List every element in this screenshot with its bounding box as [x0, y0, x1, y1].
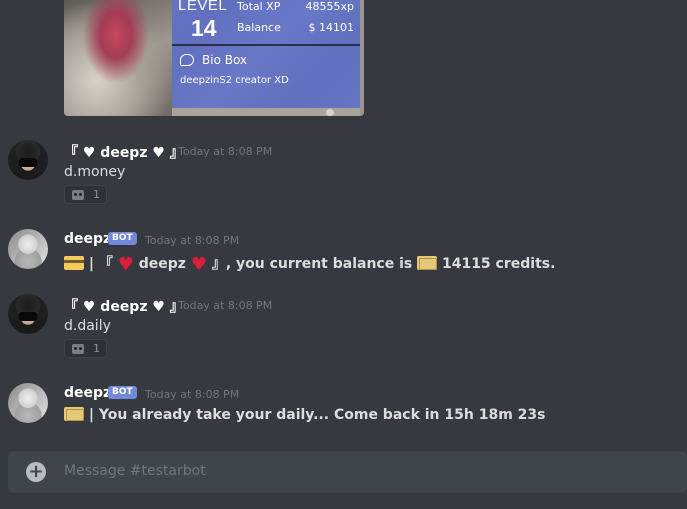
message-item: 『 ♥ deepz ♥ 』 Today at 8:08 PM d.daily 1 — [0, 294, 687, 364]
total-xp-label: Total XP — [237, 0, 281, 13]
user-avatar[interactable] — [8, 294, 48, 334]
heart-icon: ♥ — [117, 254, 134, 275]
message-username[interactable]: deepz — [64, 385, 111, 401]
yen-banknote-icon — [64, 407, 84, 421]
mask-emoji-icon — [72, 190, 84, 200]
reaction-count: 1 — [93, 342, 100, 355]
message-item: 『 ♥ deepz ♥ 』 Today at 8:08 PM d.money 1 — [0, 140, 687, 210]
content-amount: 14115 credits. — [441, 256, 556, 272]
reaction-button[interactable]: 1 — [64, 339, 107, 358]
daily-cooldown-text: | You already take your daily... Come ba… — [88, 407, 546, 423]
message-timestamp: Today at 8:08 PM — [145, 388, 240, 401]
profile-background-image — [64, 0, 172, 116]
content-middle: 』, you current balance is — [211, 256, 413, 272]
add-attachment-button[interactable]: + — [26, 462, 46, 482]
level-value: 14 — [191, 15, 217, 41]
panel-divider — [172, 44, 360, 46]
profile-background-edge — [360, 0, 364, 116]
message-timestamp: Today at 8:08 PM — [178, 145, 273, 158]
message-content: | 『 ♥ deepz ♥ 』, you current balance is … — [64, 253, 555, 275]
content-prefix: | 『 — [88, 256, 113, 272]
mask-emoji-icon — [72, 344, 84, 354]
bot-avatar[interactable] — [8, 383, 48, 423]
reaction-count: 1 — [93, 188, 100, 201]
level-label: LEVEL — [178, 0, 228, 14]
total-xp-value: 48555xp — [305, 0, 355, 13]
user-avatar[interactable] — [8, 140, 48, 180]
message-timestamp: Today at 8:08 PM — [145, 234, 240, 247]
reaction-button[interactable]: 1 — [64, 185, 107, 204]
message-composer[interactable]: + Message #testarbot — [8, 451, 687, 493]
message-username[interactable]: deepz — [64, 231, 111, 247]
message-content: d.daily — [64, 318, 111, 334]
yen-banknote-icon — [417, 256, 438, 270]
message-username[interactable]: 『 ♥ deepz ♥ 』 — [64, 142, 184, 162]
level-panel: LEVEL 14 Total XP 48555xp Balance $ 1410… — [172, 0, 360, 108]
bot-badge: BOT — [108, 232, 137, 245]
content-name: deepz — [138, 256, 186, 272]
message-item: deepz BOT Today at 8:08 PM | 『 ♥ deepz ♥… — [0, 229, 687, 275]
message-timestamp: Today at 8:08 PM — [178, 299, 273, 312]
bot-avatar[interactable] — [8, 229, 48, 269]
balance-value: $ 14101 — [308, 21, 355, 34]
bot-badge: BOT — [108, 386, 137, 399]
rank-profile-card: LEVEL 14 Total XP 48555xp Balance $ 1410… — [64, 0, 364, 116]
heart-icon: ♥ — [190, 254, 207, 275]
credit-card-icon — [64, 256, 84, 270]
message-content: d.money — [64, 164, 126, 180]
card-bottom-dot — [326, 109, 334, 116]
message-content: | You already take your daily... Come ba… — [64, 407, 545, 423]
speech-bubble-icon — [180, 54, 194, 66]
message-item: deepz BOT Today at 8:08 PM | You already… — [0, 383, 687, 428]
message-input[interactable]: Message #testarbot — [64, 463, 206, 479]
message-username[interactable]: 『 ♥ deepz ♥ 』 — [64, 296, 184, 316]
bio-box-text: deepzinS2 creator XD — [180, 75, 289, 86]
balance-label: Balance — [237, 21, 281, 34]
bio-box-title: Bio Box — [202, 53, 248, 67]
